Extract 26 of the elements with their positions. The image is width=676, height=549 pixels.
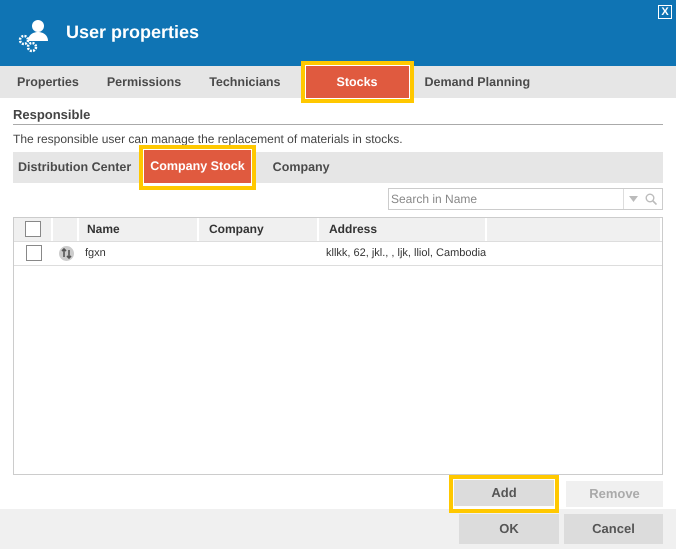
- subtab[interactable]: Company Stock: [144, 150, 251, 183]
- table-cell: kllkk, 62, jkl., , ljk, lliol, Cambodia: [326, 247, 486, 260]
- dialog-button[interactable]: Cancel: [564, 514, 663, 544]
- column-header[interactable]: Name: [79, 218, 199, 241]
- subtab[interactable]: Company: [268, 152, 335, 183]
- action-button[interactable]: Add: [454, 480, 554, 506]
- section-description: The responsible user can manage the replacement of materials in stocks.: [13, 132, 404, 146]
- dropdown-caret-icon[interactable]: [629, 196, 638, 202]
- tab[interactable]: Demand Planning: [414, 66, 542, 98]
- tab[interactable]: Permissions: [96, 66, 192, 98]
- tab[interactable]: Stocks: [306, 66, 409, 98]
- subtab[interactable]: Distribution Center: [13, 152, 136, 183]
- close-button[interactable]: X: [658, 5, 672, 19]
- checkbox[interactable]: [24, 221, 40, 238]
- search-field[interactable]: Search in Name: [388, 188, 663, 210]
- column-header[interactable]: Company: [199, 218, 319, 241]
- column-header[interactable]: Address: [319, 218, 487, 241]
- dialog-button[interactable]: OK: [459, 514, 559, 544]
- checkbox[interactable]: [26, 245, 42, 262]
- section-title: Responsible: [13, 106, 663, 125]
- tab[interactable]: Properties: [6, 66, 90, 98]
- search-icon[interactable]: [645, 192, 657, 205]
- tab[interactable]: Technicians: [198, 66, 292, 98]
- table-cell: fgxn: [85, 247, 106, 260]
- window-title: User properties: [66, 22, 200, 44]
- swap-arrows-icon: [58, 246, 74, 261]
